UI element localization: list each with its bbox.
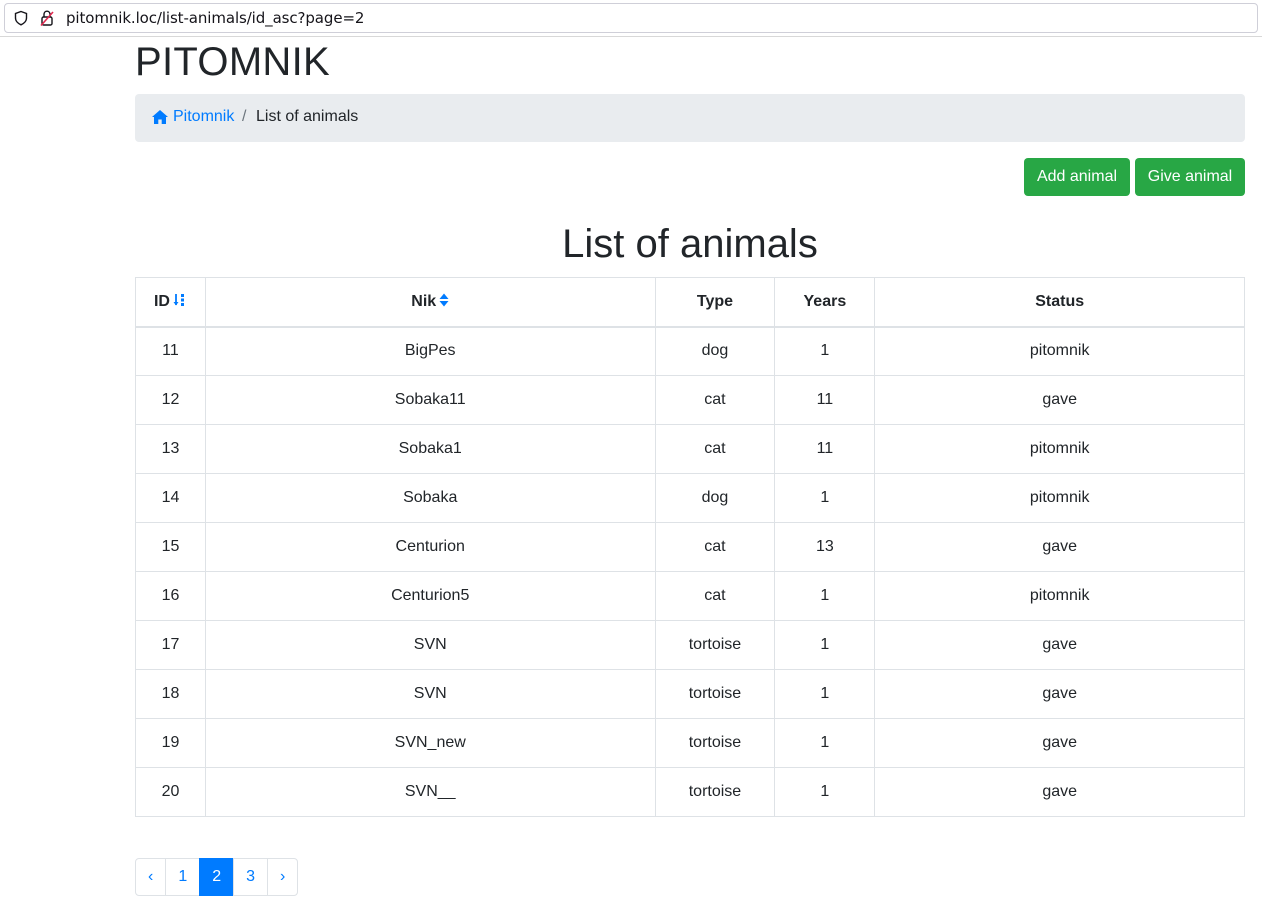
cell-nik: Centurion	[204, 522, 656, 572]
table-row: 18 SVN tortoise 1 gave	[135, 669, 1245, 719]
column-label-id: ID	[153, 292, 170, 310]
cell-nik: Sobaka11	[204, 375, 656, 425]
cell-id: 19	[135, 718, 206, 768]
give-animal-button[interactable]: Give animal	[1135, 158, 1245, 196]
pagination-page-3[interactable]: 3	[233, 858, 269, 896]
cell-status: gave	[874, 522, 1245, 572]
cell-id: 18	[135, 669, 206, 719]
home-icon[interactable]	[151, 109, 169, 125]
breadcrumb: Pitomnik / List of animals	[135, 94, 1245, 142]
cell-id: 16	[135, 571, 206, 621]
cell-years: 13	[774, 522, 876, 572]
cell-nik: Sobaka1	[204, 424, 656, 474]
cell-nik: SVN	[204, 620, 656, 670]
pagination-page-2[interactable]: 2	[199, 858, 235, 896]
cell-years: 1	[774, 571, 876, 621]
cell-nik: SVN_new	[204, 718, 656, 768]
browser-toolbar: pitomnik.loc/list-animals/id_asc?page=2	[0, 0, 1262, 37]
cell-type: tortoise	[654, 669, 776, 719]
breadcrumb-current: List of animals	[256, 108, 359, 125]
table-row: 11 BigPes dog 1 pitomnik	[135, 326, 1245, 376]
cell-status: gave	[874, 669, 1245, 719]
table-row: 13 Sobaka1 cat 11 pitomnik	[135, 424, 1245, 474]
column-header-years: Years	[774, 277, 876, 328]
cell-id: 17	[135, 620, 206, 670]
address-bar[interactable]: pitomnik.loc/list-animals/id_asc?page=2	[4, 3, 1258, 33]
cell-nik: BigPes	[204, 326, 656, 376]
sort-icon[interactable]	[439, 293, 449, 307]
cell-nik: SVN__	[204, 767, 656, 817]
cell-years: 11	[774, 375, 876, 425]
column-header-type: Type	[654, 277, 776, 328]
cell-type: dog	[654, 473, 776, 523]
cell-type: tortoise	[654, 767, 776, 817]
breadcrumb-home-link[interactable]: Pitomnik	[173, 108, 234, 126]
cell-years: 1	[774, 669, 876, 719]
pagination-page-1[interactable]: 1	[165, 858, 201, 896]
cell-status: gave	[874, 767, 1245, 817]
cell-years: 11	[774, 424, 876, 474]
cell-years: 1	[774, 718, 876, 768]
cell-status: pitomnik	[874, 571, 1245, 621]
table-row: 19 SVN_new tortoise 1 gave	[135, 718, 1245, 768]
cell-id: 20	[135, 767, 206, 817]
cell-status: gave	[874, 620, 1245, 670]
cell-nik: Centurion5	[204, 571, 656, 621]
column-header-nik[interactable]: Nik	[204, 277, 656, 328]
cell-years: 1	[774, 473, 876, 523]
cell-status: gave	[874, 718, 1245, 768]
add-animal-button[interactable]: Add animal	[1024, 158, 1130, 196]
breadcrumb-separator: /	[242, 108, 247, 125]
sort-ascending-icon[interactable]	[173, 293, 187, 307]
cell-status: pitomnik	[874, 424, 1245, 474]
cell-years: 1	[774, 620, 876, 670]
column-label-nik: Nik	[411, 292, 437, 310]
table-body: 11 BigPes dog 1 pitomnik 12 Sobaka11 cat 11 gave 1…	[135, 326, 1245, 817]
cell-id: 11	[135, 326, 206, 376]
cell-id: 14	[135, 473, 206, 523]
cell-type: cat	[654, 375, 776, 425]
column-header-status: Status	[874, 277, 1245, 328]
url-text[interactable]: pitomnik.loc/list-animals/id_asc?page=2	[66, 9, 364, 27]
cell-status: pitomnik	[874, 473, 1245, 523]
cell-type: tortoise	[654, 620, 776, 670]
table-row: 12 Sobaka11 cat 11 gave	[135, 375, 1245, 425]
cell-type: cat	[654, 571, 776, 621]
cell-id: 15	[135, 522, 206, 572]
table-row: 17 SVN tortoise 1 gave	[135, 620, 1245, 670]
table-row: 16 Centurion5 cat 1 pitomnik	[135, 571, 1245, 621]
table-row: 20 SVN__ tortoise 1 gave	[135, 767, 1245, 817]
cell-type: tortoise	[654, 718, 776, 768]
cell-type: cat	[654, 522, 776, 572]
site-brand: PITOMNIK	[135, 40, 331, 84]
cell-id: 13	[135, 424, 206, 474]
pagination-next[interactable]: ›	[267, 858, 299, 896]
table-row: 14 Sobaka dog 1 pitomnik	[135, 473, 1245, 523]
cell-nik: Sobaka	[204, 473, 656, 523]
page-title: List of animals	[562, 222, 818, 266]
shield-icon[interactable]	[13, 10, 29, 26]
cell-nik: SVN	[204, 669, 656, 719]
table-row: 15 Centurion cat 13 gave	[135, 522, 1245, 572]
cell-status: gave	[874, 375, 1245, 425]
cell-years: 1	[774, 767, 876, 817]
column-header-id[interactable]: ID	[135, 277, 206, 328]
insecure-lock-icon[interactable]	[39, 9, 55, 27]
cell-status: pitomnik	[874, 326, 1245, 376]
cell-id: 12	[135, 375, 206, 425]
cell-type: dog	[654, 326, 776, 376]
animals-table: ID Nik Type Years Status 11 BigPes dog 1…	[135, 277, 1245, 817]
cell-type: cat	[654, 424, 776, 474]
table-header-row: ID Nik Type Years Status	[135, 277, 1245, 328]
pagination-prev[interactable]: ‹	[135, 858, 167, 896]
cell-years: 1	[774, 326, 876, 376]
pagination: ‹ 1 2 3 ›	[135, 858, 299, 896]
